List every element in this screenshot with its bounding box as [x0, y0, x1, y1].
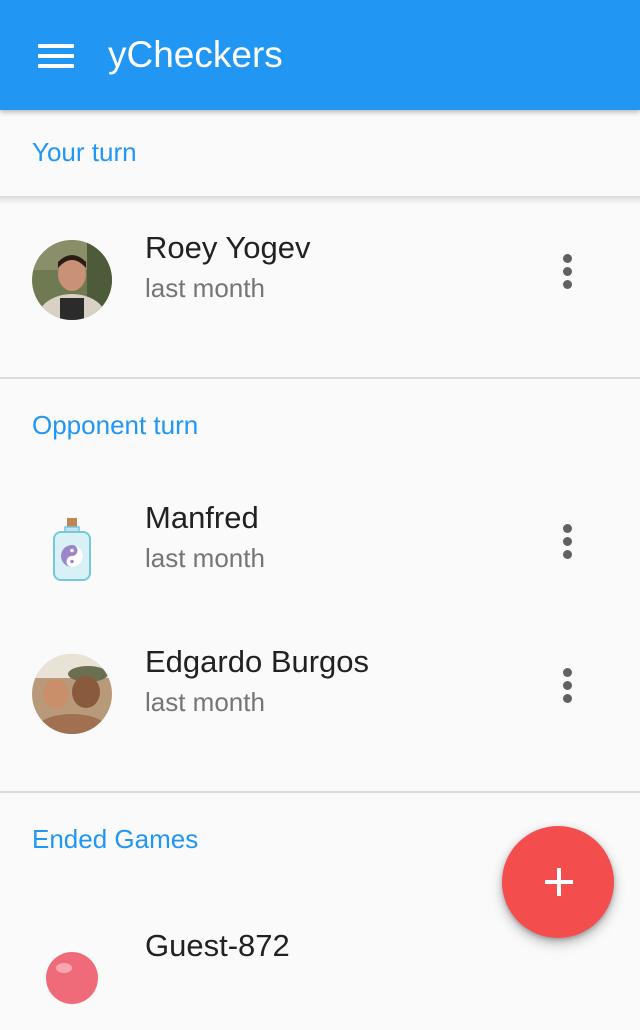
add-game-button[interactable] [502, 826, 614, 938]
more-vert-icon[interactable] [556, 524, 580, 560]
avatar [32, 654, 112, 734]
section-opponent-turn: Opponent turn [0, 379, 640, 469]
avatar [32, 938, 112, 1018]
player-name: Edgardo Burgos [145, 644, 370, 679]
last-played: last month [145, 273, 265, 303]
last-played: last month [145, 543, 265, 573]
section-title-opponent-turn: Opponent turn [32, 410, 199, 440]
game-row-manfred[interactable]: Manfred last month [0, 490, 640, 610]
app-bar: yCheckers [0, 0, 640, 110]
divider-shadow [0, 198, 640, 204]
more-vert-icon[interactable] [556, 668, 580, 704]
player-name: Manfred [145, 500, 259, 535]
section-title-ended-games: Ended Games [32, 824, 199, 854]
avatar [32, 510, 112, 590]
avatar [32, 240, 112, 320]
section-title-your-turn: Your turn [32, 137, 137, 167]
app-title: yCheckers [108, 34, 283, 75]
last-played: last month [145, 687, 265, 717]
game-row-roey-yogev[interactable]: Roey Yogev last month [0, 220, 640, 340]
player-name: Roey Yogev [145, 230, 311, 265]
section-your-turn: Your turn [0, 110, 640, 196]
player-name: Guest-872 [145, 928, 290, 963]
more-vert-icon[interactable] [556, 254, 580, 290]
menu-icon[interactable] [38, 44, 74, 68]
game-row-edgardo-burgos[interactable]: Edgardo Burgos last month [0, 634, 640, 754]
